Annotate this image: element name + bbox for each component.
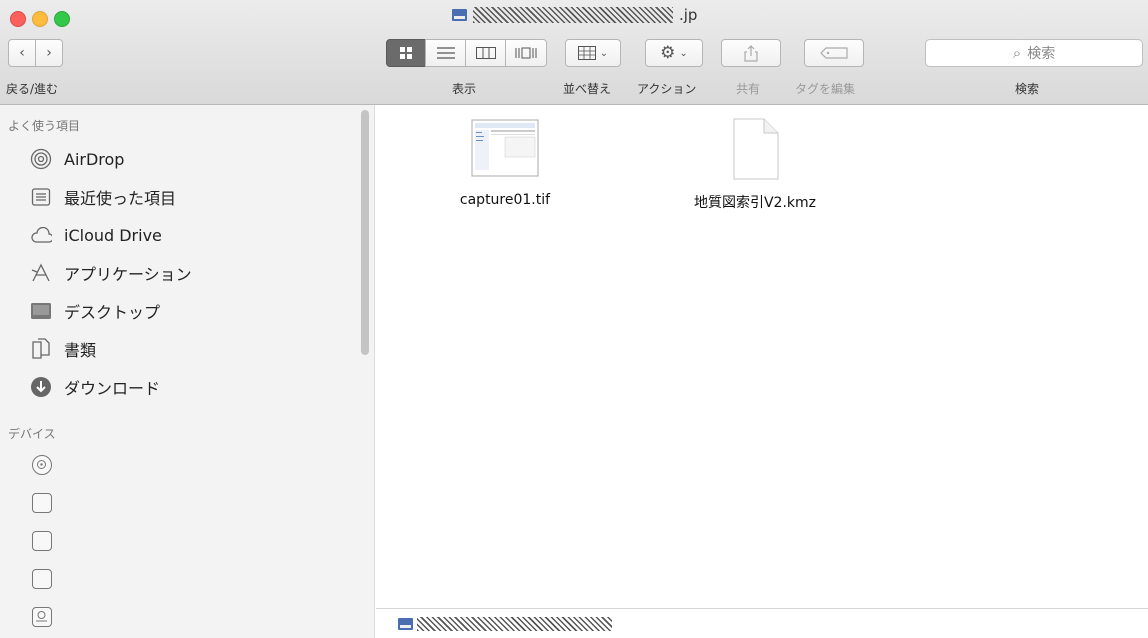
- zoom-button[interactable]: [54, 11, 70, 27]
- arrange-button[interactable]: ⌄: [565, 39, 621, 67]
- sidebar-item-label: デスクトップ: [64, 303, 161, 322]
- sidebar-item-documents[interactable]: 書類: [30, 337, 96, 361]
- file-item[interactable]: 地質図索引V2.kmz: [680, 118, 830, 212]
- sidebar-item-downloads[interactable]: ダウンロード: [30, 375, 160, 399]
- coverflow-view-button[interactable]: [505, 39, 547, 67]
- sidebar: よく使う項目 AirDrop 最近使った項目 iCloud Drive アプリケ…: [0, 105, 375, 638]
- chevron-left-icon: ‹: [19, 45, 25, 61]
- search-label: 検索: [1015, 82, 1040, 96]
- share-label: 共有: [736, 82, 761, 96]
- search-icon: ⌕: [1012, 44, 1022, 62]
- grid-icon: [400, 47, 412, 59]
- chevron-down-icon: ⌄: [679, 47, 688, 59]
- sidebar-item-label: AirDrop: [64, 149, 125, 169]
- forward-button[interactable]: ›: [35, 39, 63, 67]
- share-icon: [744, 44, 758, 62]
- download-icon: [30, 376, 52, 398]
- gear-icon: ⚙: [660, 43, 676, 63]
- search-input[interactable]: ⌕ 検索: [925, 39, 1143, 67]
- sidebar-item-recents[interactable]: 最近使った項目: [30, 185, 176, 209]
- sidebar-item-label: アプリケーション: [64, 265, 192, 284]
- chevron-down-icon: ⌄: [599, 47, 609, 59]
- drive-icon[interactable]: [32, 569, 52, 589]
- chevron-right-icon: ›: [46, 45, 52, 61]
- image-thumbnail-icon: [471, 118, 539, 178]
- view-label: 表示: [452, 82, 477, 96]
- column-view-button[interactable]: [465, 39, 506, 67]
- search-placeholder: 検索: [1027, 46, 1056, 62]
- file-name: capture01.tif: [459, 192, 551, 208]
- recents-icon: [30, 186, 52, 208]
- columns-icon: [475, 47, 496, 59]
- path-bar: [376, 608, 1148, 638]
- disk-icon: [398, 617, 413, 630]
- desktop-icon: [30, 300, 52, 322]
- arrange-grid-icon: [577, 46, 596, 60]
- close-button[interactable]: [10, 11, 26, 27]
- toolbar: .jp ‹ › 戻る/進む 表示 ⌄ 並べ替え ⚙ ⌄ アクション 共有 タグを…: [0, 0, 1148, 105]
- sidebar-scrollbar[interactable]: [361, 110, 369, 355]
- document-icon: [730, 118, 780, 180]
- back-forward-label: 戻る/進む: [6, 82, 59, 96]
- sidebar-item-airdrop[interactable]: AirDrop: [30, 147, 124, 171]
- coverflow-icon: [515, 47, 537, 59]
- favorites-header: よく使う項目: [8, 119, 81, 133]
- sidebar-item-label: 最近使った項目: [64, 189, 177, 208]
- cloud-icon: [30, 224, 52, 246]
- devices-header: デバイス: [8, 427, 56, 441]
- title-suffix: .jp: [679, 6, 698, 24]
- disk-icon: [452, 9, 467, 21]
- edit-tags-button[interactable]: [804, 39, 864, 67]
- list-icon: [436, 47, 455, 59]
- drive-icon[interactable]: [32, 493, 52, 513]
- minimize-button[interactable]: [32, 11, 48, 27]
- list-view-button[interactable]: [425, 39, 466, 67]
- sidebar-item-applications[interactable]: アプリケーション: [30, 261, 192, 285]
- documents-icon: [30, 338, 52, 360]
- tag-icon: [820, 47, 848, 59]
- server-drive-icon[interactable]: [32, 607, 52, 627]
- sidebar-item-label: 書類: [64, 341, 97, 360]
- file-item[interactable]: capture01.tif: [440, 118, 570, 208]
- window-title: .jp: [452, 6, 697, 24]
- edit-tags-label: タグを編集: [795, 82, 856, 96]
- share-button[interactable]: [721, 39, 781, 67]
- optical-disc-icon[interactable]: [32, 455, 52, 475]
- redacted-text: [473, 7, 673, 23]
- airdrop-icon: [30, 148, 52, 170]
- redacted-text[interactable]: [417, 616, 612, 631]
- drive-icon[interactable]: [32, 531, 52, 551]
- file-name: 地質図索引V2.kmz: [693, 195, 817, 211]
- applications-icon: [30, 262, 52, 284]
- sidebar-item-label: iCloud Drive: [64, 225, 162, 245]
- sidebar-item-label: ダウンロード: [64, 379, 161, 398]
- sidebar-item-icloud-drive[interactable]: iCloud Drive: [30, 223, 162, 247]
- action-button[interactable]: ⚙ ⌄: [645, 39, 703, 67]
- back-button[interactable]: ‹: [8, 39, 36, 67]
- sidebar-item-desktop[interactable]: デスクトップ: [30, 299, 160, 323]
- arrange-label: 並べ替え: [563, 82, 612, 96]
- action-label: アクション: [637, 82, 697, 96]
- icon-view-button[interactable]: [386, 39, 426, 67]
